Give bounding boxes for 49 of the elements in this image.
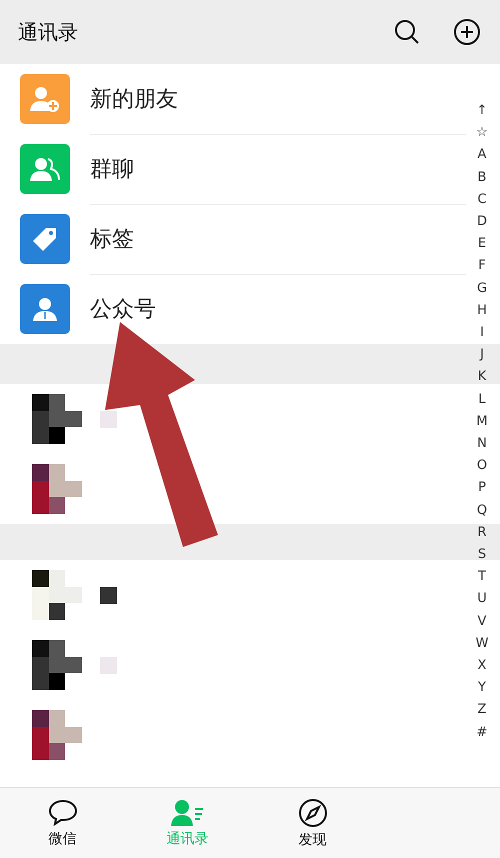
add-person-icon	[30, 85, 60, 113]
index-letter[interactable]: R	[477, 522, 487, 544]
entry-icon-tile[interactable]	[20, 74, 70, 124]
chat-bubble-icon	[48, 798, 78, 826]
tab[interactable]: 发现	[250, 788, 375, 858]
index-letter[interactable]: N	[477, 433, 487, 456]
index-letter[interactable]: S	[478, 544, 486, 566]
entry-icon-tile[interactable]	[20, 214, 70, 264]
entry-icon-tile[interactable]	[20, 144, 70, 194]
index-letter[interactable]: X	[478, 655, 486, 678]
index-letter[interactable]: M	[476, 410, 488, 434]
index-letter[interactable]: J	[480, 344, 484, 366]
index-letter[interactable]: A	[478, 144, 486, 167]
index-letter[interactable]: L	[478, 388, 486, 411]
tag-icon	[32, 226, 58, 252]
entry-label[interactable]: 群聊	[90, 134, 466, 204]
index-letter[interactable]: Z	[478, 699, 486, 722]
index-letter[interactable]: ↑	[476, 100, 488, 122]
entry-icon-tile[interactable]	[20, 284, 70, 334]
index-letter[interactable]: W	[476, 632, 488, 656]
index-letter[interactable]: V	[478, 610, 486, 633]
blurred-name	[100, 410, 117, 428]
add-button[interactable]	[452, 17, 482, 47]
index-letter[interactable]: ☆	[476, 122, 488, 144]
entry-label[interactable]: 新的朋友	[90, 64, 466, 134]
index-letter[interactable]: G	[476, 278, 488, 300]
compass-icon	[298, 798, 328, 828]
contacts-icon	[170, 798, 204, 826]
index-letter[interactable]: B	[478, 166, 486, 189]
index-letter[interactable]: K	[478, 366, 486, 389]
index-letter[interactable]: I	[480, 322, 484, 344]
index-letter[interactable]: Y	[478, 677, 486, 700]
group-icon	[30, 156, 60, 182]
blurred-name	[100, 586, 117, 604]
index-letter[interactable]: Q	[476, 500, 488, 522]
index-letter[interactable]: #	[476, 722, 488, 744]
person-icon	[32, 296, 58, 322]
index-letter[interactable]: H	[477, 300, 487, 322]
index-letter[interactable]: P	[478, 477, 486, 500]
index-letter[interactable]: F	[478, 255, 486, 278]
screen-title: 通讯录	[18, 18, 79, 46]
index-letter[interactable]: C	[477, 188, 487, 212]
index-letter[interactable]: D	[476, 211, 487, 234]
index-letter[interactable]: U	[477, 588, 487, 611]
index-letter[interactable]: E	[478, 233, 486, 256]
index-letter[interactable]: O	[476, 455, 488, 478]
entry-label[interactable]: 标签	[90, 204, 466, 274]
index-letter[interactable]: T	[478, 566, 486, 588]
tab[interactable]: 微信	[0, 788, 125, 858]
